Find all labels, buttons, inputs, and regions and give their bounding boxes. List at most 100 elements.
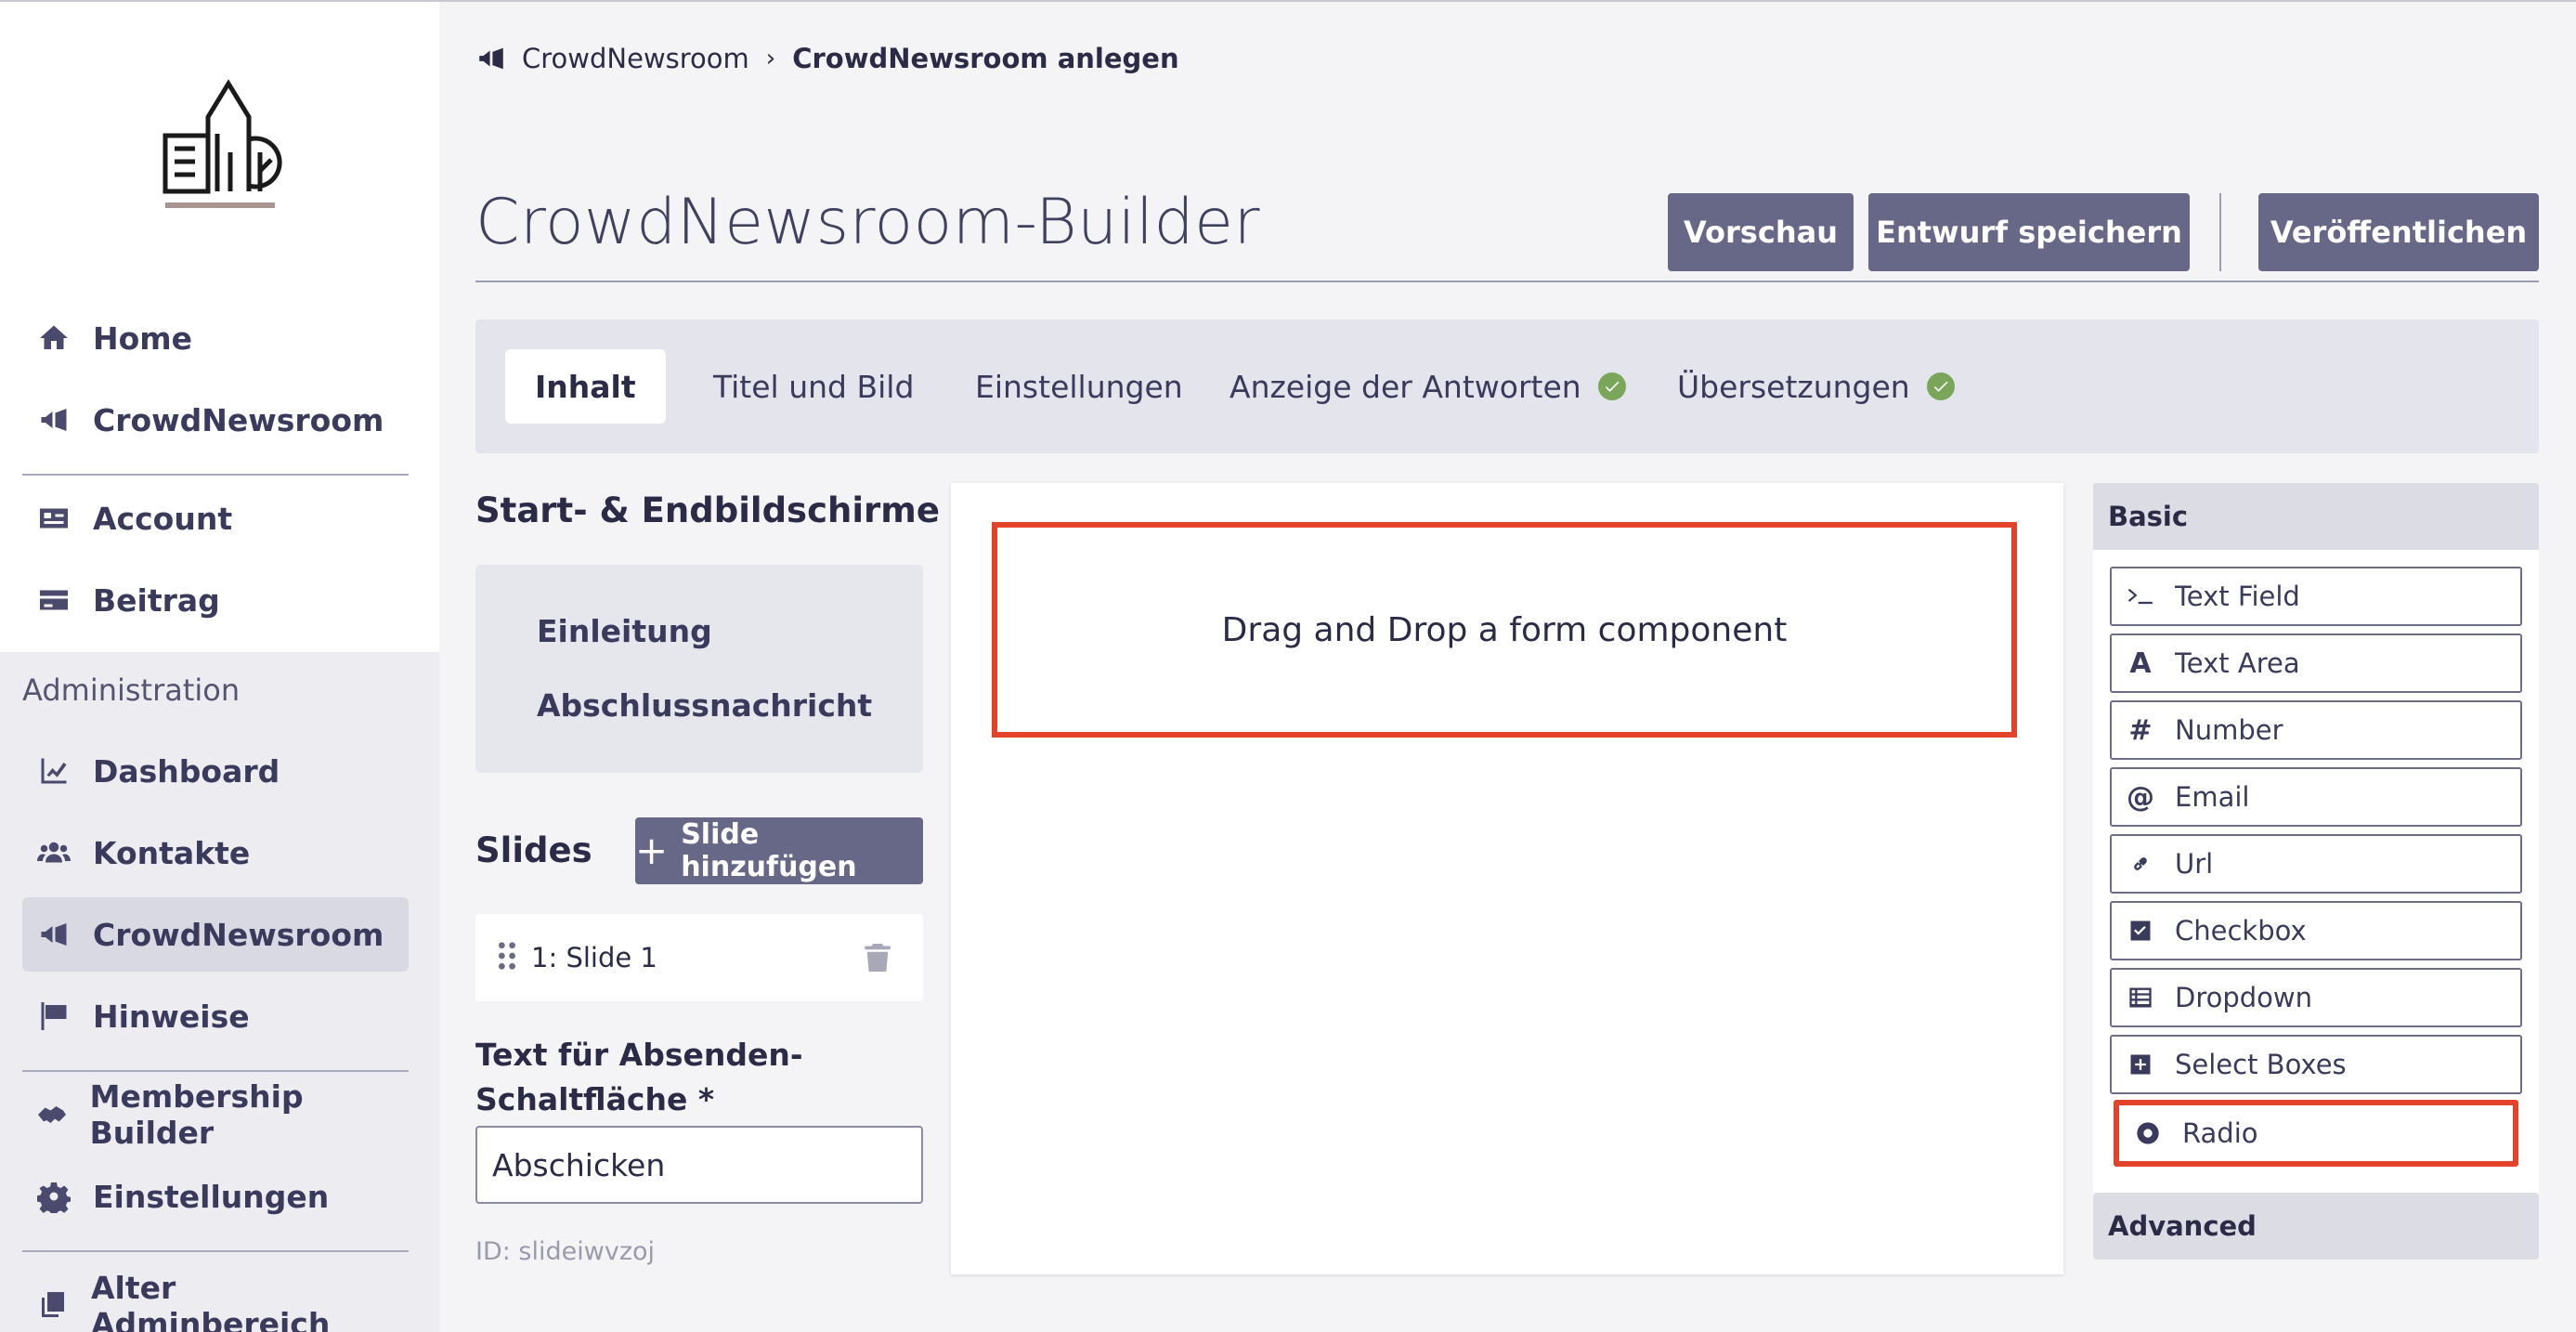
sidebar-divider bbox=[22, 474, 409, 476]
component-url[interactable]: Url bbox=[2110, 834, 2522, 894]
component-checkbox[interactable]: Checkbox bbox=[2110, 901, 2522, 960]
form-canvas[interactable]: Drag and Drop a form component bbox=[951, 483, 2063, 1274]
sidebar: Home CrowdNewsroom Account Beitrag Admin… bbox=[0, 2, 439, 1332]
list-icon bbox=[2125, 982, 2156, 1013]
drag-handle-icon[interactable] bbox=[498, 942, 516, 973]
screen-item-einleitung[interactable]: Einleitung bbox=[537, 613, 712, 649]
tab-uebersetzungen[interactable]: Übersetzungen bbox=[1647, 349, 1984, 424]
component-label: Radio bbox=[2182, 1117, 2258, 1149]
component-radio[interactable]: Radio bbox=[2114, 1100, 2518, 1167]
screens-list: Einleitung Abschlussnachricht bbox=[475, 565, 923, 773]
tab-einstellungen[interactable]: Einstellungen bbox=[945, 349, 1213, 424]
check-square-icon bbox=[2125, 915, 2156, 947]
basic-group-header[interactable]: Basic bbox=[2093, 483, 2539, 550]
flag-icon bbox=[35, 998, 72, 1035]
component-label: Dropdown bbox=[2175, 982, 2313, 1013]
gear-icon bbox=[35, 1178, 72, 1215]
plus-icon: + bbox=[635, 828, 669, 873]
submit-label-line1: Text für Absenden- bbox=[475, 1037, 803, 1073]
sidebar-item-hinweise[interactable]: Hinweise bbox=[22, 979, 409, 1053]
sidebar-item-membership-builder[interactable]: Membership Builder bbox=[22, 1077, 409, 1152]
submit-label-input[interactable] bbox=[475, 1126, 923, 1204]
sidebar-item-account[interactable]: Account bbox=[22, 481, 409, 555]
breadcrumb-current: CrowdNewsroom anlegen bbox=[792, 43, 1179, 74]
save-draft-button[interactable]: Entwurf speichern bbox=[1868, 193, 2190, 271]
megaphone-icon bbox=[479, 47, 503, 70]
component-label: Checkbox bbox=[2175, 915, 2307, 947]
component-label: Url bbox=[2175, 848, 2214, 880]
home-icon bbox=[35, 320, 72, 357]
sidebar-item-home[interactable]: Home bbox=[22, 301, 409, 375]
drop-zone-text: Drag and Drop a form component bbox=[1221, 610, 1788, 649]
tab-anzeige-der-antworten[interactable]: Anzeige der Antworten bbox=[1200, 349, 1656, 424]
slide-item[interactable]: 1: Slide 1 bbox=[475, 914, 923, 1001]
sidebar-item-kontakte[interactable]: Kontakte bbox=[22, 816, 409, 890]
submit-label-line2: Schaltfläche * bbox=[475, 1081, 715, 1117]
sidebar-divider bbox=[22, 1070, 409, 1072]
app-logo[interactable] bbox=[156, 78, 295, 217]
breadcrumb-separator: › bbox=[765, 45, 776, 72]
breadcrumb-parent-link[interactable]: CrowdNewsroom bbox=[522, 43, 749, 74]
at-icon: @ bbox=[2127, 780, 2154, 814]
drop-zone[interactable]: Drag and Drop a form component bbox=[992, 522, 2017, 738]
trash-icon[interactable] bbox=[864, 942, 895, 973]
component-label: Text Area bbox=[2175, 647, 2300, 679]
component-number[interactable]: # Number bbox=[2110, 700, 2522, 760]
add-slide-button[interactable]: + Slide hinzufügen bbox=[635, 817, 923, 884]
sidebar-item-label: CrowdNewsroom bbox=[93, 401, 384, 438]
preview-button[interactable]: Vorschau bbox=[1668, 193, 1854, 271]
sidebar-item-beitrag[interactable]: Beitrag bbox=[22, 563, 409, 637]
sidebar-item-label: Alter Adminbereich bbox=[90, 1270, 331, 1332]
sidebar-divider bbox=[22, 1250, 409, 1252]
sidebar-item-crowdnewsroom-admin[interactable]: CrowdNewsroom bbox=[22, 897, 409, 972]
sidebar-item-crowdnewsroom[interactable]: CrowdNewsroom bbox=[22, 383, 409, 457]
component-text-field[interactable]: Text Field bbox=[2110, 567, 2522, 626]
screen-item-abschlussnachricht[interactable]: Abschlussnachricht bbox=[537, 687, 872, 724]
sidebar-item-label: Dashboard bbox=[93, 752, 280, 790]
component-label: Number bbox=[2175, 714, 2283, 746]
tab-bar: Inhalt Titel und Bild Einstellungen Anze… bbox=[475, 320, 2539, 453]
check-circle-icon bbox=[1926, 372, 1955, 400]
publish-button[interactable]: Veröffentlichen bbox=[2258, 193, 2539, 271]
component-email[interactable]: @ Email bbox=[2110, 767, 2522, 827]
slide-id-text: ID: slideiwvzoj bbox=[475, 1237, 656, 1266]
tab-label: Übersetzungen bbox=[1677, 368, 1910, 405]
sidebar-item-label: CrowdNewsroom bbox=[93, 916, 384, 953]
tab-titel-und-bild[interactable]: Titel und Bild bbox=[683, 349, 943, 424]
sidebar-item-label: Hinweise bbox=[93, 998, 250, 1035]
sidebar-item-label: Beitrag bbox=[93, 581, 220, 619]
id-card-icon bbox=[35, 500, 72, 537]
page-title: CrowdNewsroom-Builder bbox=[475, 186, 1260, 259]
tab-label: Anzeige der Antworten bbox=[1229, 368, 1581, 405]
users-icon bbox=[35, 834, 72, 871]
component-label: Email bbox=[2175, 781, 2250, 813]
slides-section-title: Slides bbox=[475, 830, 592, 870]
copy-icon bbox=[35, 1287, 71, 1325]
chart-line-icon bbox=[35, 752, 72, 790]
sidebar-item-label: Membership Builder bbox=[89, 1078, 304, 1151]
sidebar-item-dashboard[interactable]: Dashboard bbox=[22, 734, 409, 808]
credit-card-icon bbox=[35, 581, 72, 619]
admin-heading: Administration bbox=[22, 673, 241, 708]
tab-inhalt[interactable]: Inhalt bbox=[505, 349, 666, 424]
advanced-group-label: Advanced bbox=[2108, 1210, 2257, 1242]
check-circle-icon bbox=[1597, 372, 1626, 400]
megaphone-icon bbox=[35, 401, 72, 438]
handshake-icon bbox=[35, 1096, 70, 1133]
dot-circle-icon bbox=[2132, 1117, 2164, 1149]
component-text-area[interactable]: A Text Area bbox=[2110, 633, 2522, 693]
header-separator bbox=[2219, 193, 2221, 271]
slide-label: 1: Slide 1 bbox=[531, 942, 657, 973]
tab-label: Titel und Bild bbox=[713, 368, 915, 405]
sidebar-item-einstellungen[interactable]: Einstellungen bbox=[22, 1159, 409, 1234]
basic-group-label: Basic bbox=[2108, 501, 2189, 532]
component-dropdown[interactable]: Dropdown bbox=[2110, 968, 2522, 1027]
component-label: Text Field bbox=[2175, 581, 2300, 612]
sidebar-item-alter-adminbereich[interactable]: Alter Adminbereich bbox=[22, 1269, 409, 1332]
breadcrumb: CrowdNewsroom › CrowdNewsroom anlegen bbox=[475, 43, 1179, 74]
sidebar-item-label: Einstellungen bbox=[93, 1178, 330, 1215]
screens-section-title: Start- & Endbildschirme bbox=[475, 490, 940, 530]
component-select-boxes[interactable]: Select Boxes bbox=[2110, 1035, 2522, 1094]
sidebar-item-label: Home bbox=[93, 320, 193, 357]
advanced-group-header[interactable]: Advanced bbox=[2093, 1193, 2539, 1260]
